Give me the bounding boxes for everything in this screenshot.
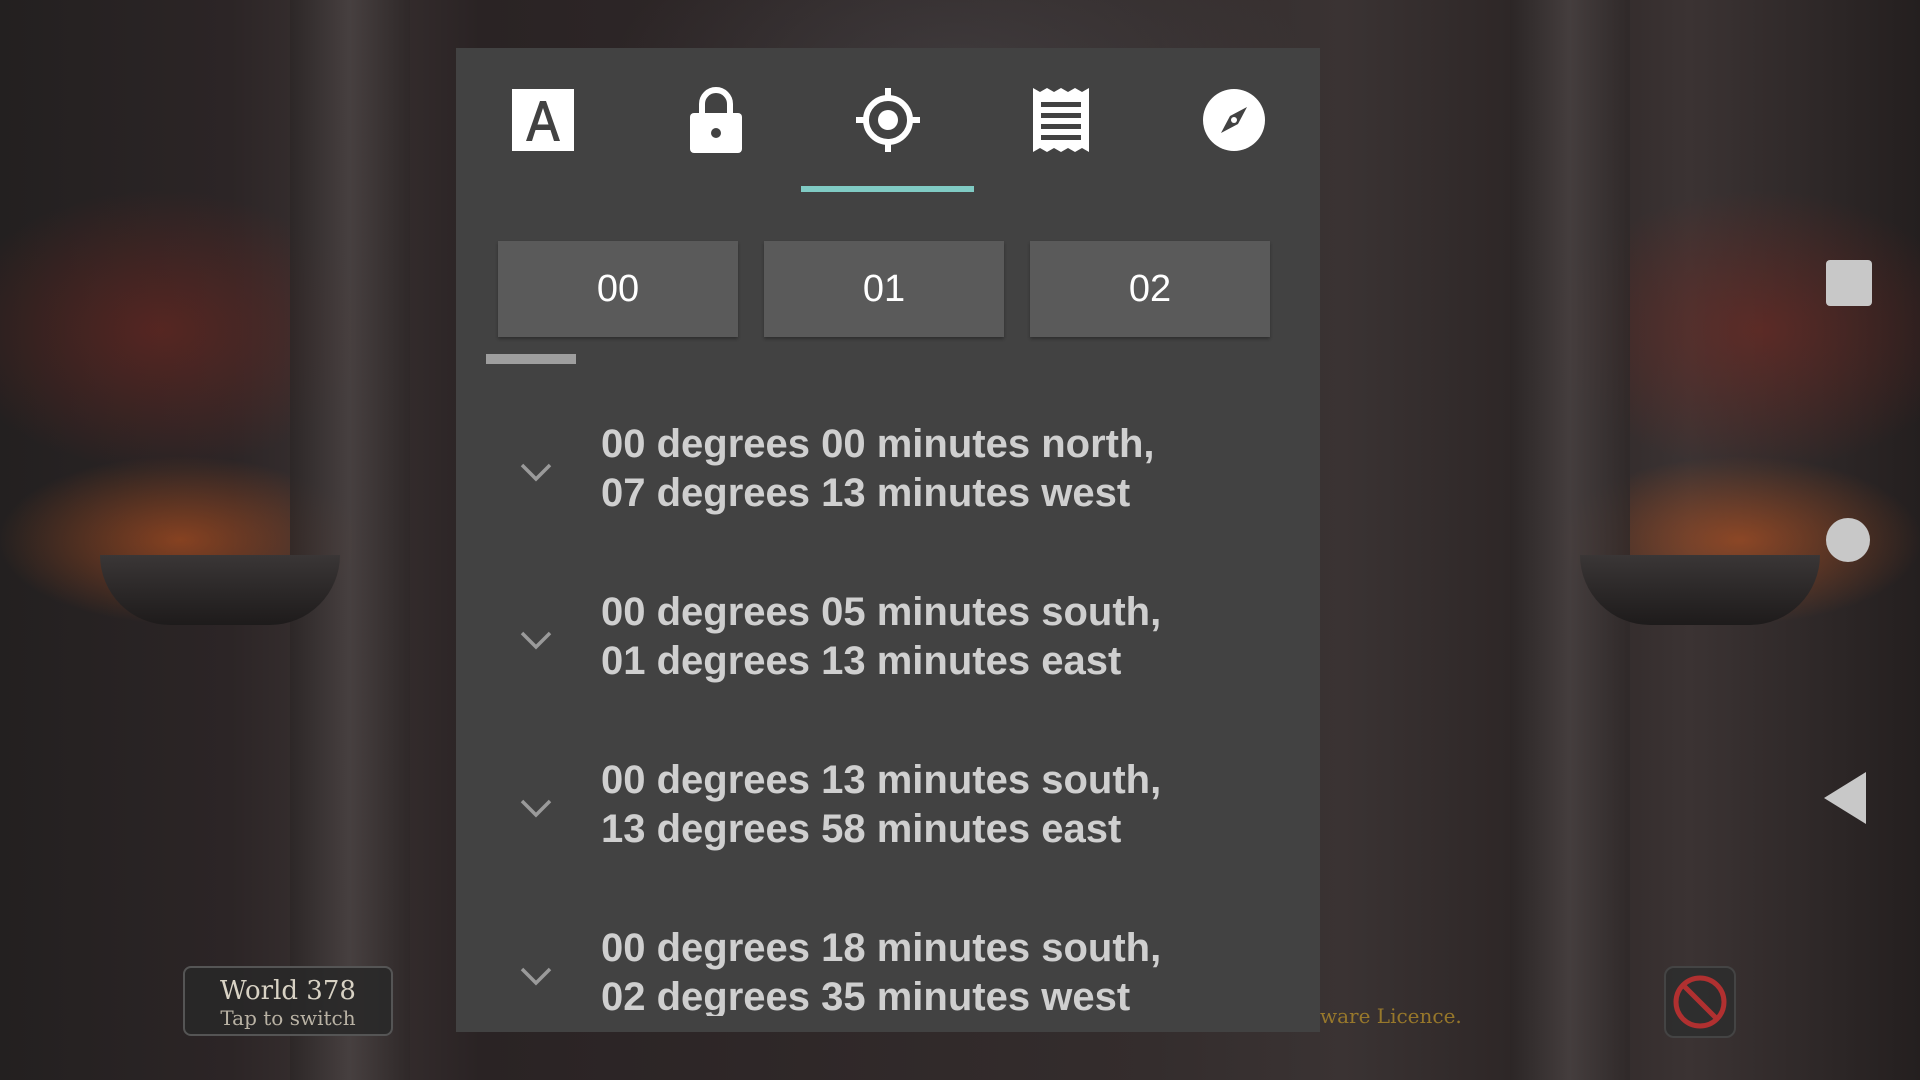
latitude-line: 00 degrees 00 minutes north, xyxy=(601,422,1155,466)
world-switch-button[interactable]: World 378 Tap to switch xyxy=(183,966,393,1036)
list-item[interactable]: 00 degrees 00 minutes north, 07 degrees … xyxy=(456,398,1320,566)
tab-text[interactable] xyxy=(456,48,629,192)
receipt-icon xyxy=(1032,88,1089,152)
stone-pillar xyxy=(1510,0,1630,1080)
tab-lock[interactable] xyxy=(629,48,802,192)
chevron-down-icon xyxy=(520,631,552,650)
coordinate-text: 00 degrees 13 minutes south, 13 degrees … xyxy=(601,756,1161,854)
crosshair-icon xyxy=(855,88,920,152)
page-chip-00[interactable]: 00 xyxy=(498,241,738,337)
text-a-icon xyxy=(511,89,574,151)
longitude-line: 13 degrees 58 minutes east xyxy=(601,807,1122,851)
muted-speaker-icon[interactable] xyxy=(1664,966,1736,1038)
longitude-line: 01 degrees 13 minutes east xyxy=(601,639,1122,683)
longitude-line: 07 degrees 13 minutes west xyxy=(601,471,1131,515)
lock-icon xyxy=(689,87,742,153)
licence-text: ware Licence. xyxy=(1320,1004,1462,1028)
coordinate-text: 00 degrees 00 minutes north, 07 degrees … xyxy=(601,420,1155,518)
brazier xyxy=(100,555,340,625)
page-selected-indicator xyxy=(486,354,576,364)
tab-coordinates[interactable] xyxy=(801,48,974,192)
recent-apps-icon[interactable] xyxy=(1826,260,1872,306)
brazier xyxy=(1580,555,1820,625)
latitude-line: 00 degrees 18 minutes south, xyxy=(601,926,1162,970)
latitude-line: 00 degrees 13 minutes south, xyxy=(601,758,1162,802)
chevron-down-icon xyxy=(520,799,552,818)
longitude-line: 02 degrees 35 minutes west xyxy=(601,975,1131,1016)
page-chip-02[interactable]: 02 xyxy=(1030,241,1270,337)
back-icon[interactable] xyxy=(1824,772,1866,824)
list-item[interactable]: 00 degrees 05 minutes south, 01 degrees … xyxy=(456,566,1320,734)
tab-bar xyxy=(456,48,1320,192)
tab-list[interactable] xyxy=(974,48,1147,192)
home-icon[interactable] xyxy=(1826,518,1870,562)
stone-pillar xyxy=(290,0,410,1080)
tab-compass[interactable] xyxy=(1147,48,1320,192)
clue-helper-panel: 00 01 02 00 degrees 00 minutes north, 07… xyxy=(456,48,1320,1032)
coordinate-text: 00 degrees 18 minutes south, 02 degrees … xyxy=(601,924,1161,1016)
page-chip-01[interactable]: 01 xyxy=(764,241,1004,337)
world-title: World 378 xyxy=(220,976,356,1006)
tab-selected-indicator xyxy=(801,186,974,192)
list-item[interactable]: 00 degrees 18 minutes south, 02 degrees … xyxy=(456,902,1320,1016)
chevron-down-icon xyxy=(520,967,552,986)
world-subtitle: Tap to switch xyxy=(220,1006,356,1030)
latitude-line: 00 degrees 05 minutes south, xyxy=(601,590,1162,634)
coordinate-text: 00 degrees 05 minutes south, 01 degrees … xyxy=(601,588,1161,686)
coordinate-list[interactable]: 00 degrees 00 minutes north, 07 degrees … xyxy=(456,398,1320,1016)
chevron-down-icon xyxy=(520,463,552,482)
list-item[interactable]: 00 degrees 13 minutes south, 13 degrees … xyxy=(456,734,1320,902)
compass-icon xyxy=(1202,89,1265,151)
